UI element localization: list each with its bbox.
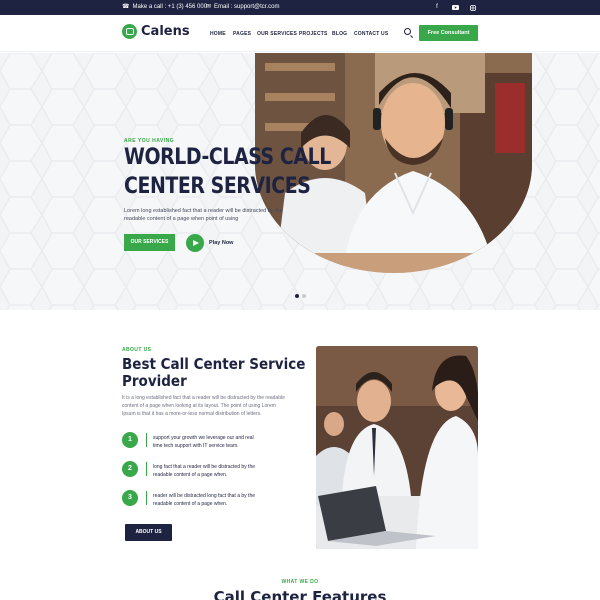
logo-text: Calens: [141, 24, 190, 39]
feature-number-2: 2: [122, 461, 138, 477]
feature-number-1: 1: [122, 432, 138, 448]
phone-icon: ☎: [122, 4, 130, 10]
nav-our-services[interactable]: OUR SERVICES: [257, 31, 297, 37]
feature-text-1a: support your growth we leverage our and …: [153, 435, 254, 441]
about-title-line-1: Best Call Center Service: [122, 355, 306, 373]
about-team-photo: [316, 346, 478, 549]
instagram-icon[interactable]: [468, 3, 478, 12]
youtube-icon[interactable]: [450, 3, 460, 12]
about-eyebrow: ABOUT US: [122, 347, 152, 353]
logo-icon: [122, 24, 137, 39]
email-label: Email : support@tcr.com: [214, 3, 280, 10]
email-contact[interactable]: ✉ Email : support@tcr.com: [206, 3, 280, 11]
slider-dot-2[interactable]: [302, 294, 306, 298]
feature-text-3b: readable content of a page when.: [153, 501, 228, 507]
nav-projects[interactable]: PROJECTS: [299, 31, 328, 37]
search-icon[interactable]: [404, 28, 411, 35]
phone-contact[interactable]: ☎ Make a call : +1 (3) 456 000: [122, 3, 208, 11]
feature-divider: [146, 433, 147, 447]
feature-divider: [146, 462, 147, 476]
hero-description-line-2: readable content of a page when point of…: [124, 216, 239, 222]
about-description-line-1: It is a long established fact that a rea…: [122, 395, 285, 401]
services-eyebrow: WHAT WE DO: [281, 579, 319, 585]
nav-home[interactable]: HOME: [210, 31, 226, 37]
feature-text-1b: time tech support with IT service team.: [153, 443, 239, 449]
services-title: Call Center Features: [213, 588, 387, 600]
feature-text-2a: long fact that a reader will be distract…: [153, 464, 256, 470]
hero-title-line-1: WORLD-CLASS CALL: [124, 145, 331, 170]
logo[interactable]: Calens: [122, 24, 190, 39]
about-description-line-3: Ipsum is that it has a more-or-less norm…: [122, 411, 262, 417]
hero-eyebrow: ARE YOU HAVING: [124, 138, 175, 144]
feature-text-3a: reader will be distracted long fact that…: [153, 493, 256, 499]
top-bar: ☎ Make a call : +1 (3) 456 000 ✉ Email :…: [0, 0, 600, 15]
play-now-link[interactable]: Play Now: [209, 240, 233, 246]
free-consultant-button[interactable]: Free Consultant: [419, 25, 478, 41]
slider-dot-1[interactable]: [295, 294, 299, 298]
nav-contact-us[interactable]: CONTACT US: [354, 31, 388, 37]
feature-text-2b: readable content of a page when.: [153, 472, 228, 478]
nav-blog[interactable]: BLOG: [332, 31, 347, 37]
hero-description-line-1: Lorem long established fact that a reade…: [124, 208, 283, 214]
about-us-button[interactable]: ABOUT US: [125, 524, 172, 541]
our-services-button[interactable]: OUR SERVICES: [124, 234, 175, 251]
phone-label: Make a call : +1 (3) 456 000: [132, 3, 208, 10]
hero-title-line-2: CENTER SERVICES: [124, 174, 311, 199]
mail-icon: ✉: [206, 4, 212, 10]
feature-number-3: 3: [122, 490, 138, 506]
about-description-line-2: content of a page when looking at its la…: [122, 403, 276, 409]
feature-divider: [146, 491, 147, 505]
facebook-icon[interactable]: f: [432, 3, 442, 12]
nav-pages[interactable]: PAGES: [233, 31, 251, 37]
about-title-line-2: Provider: [122, 372, 187, 390]
play-icon[interactable]: [186, 234, 204, 252]
